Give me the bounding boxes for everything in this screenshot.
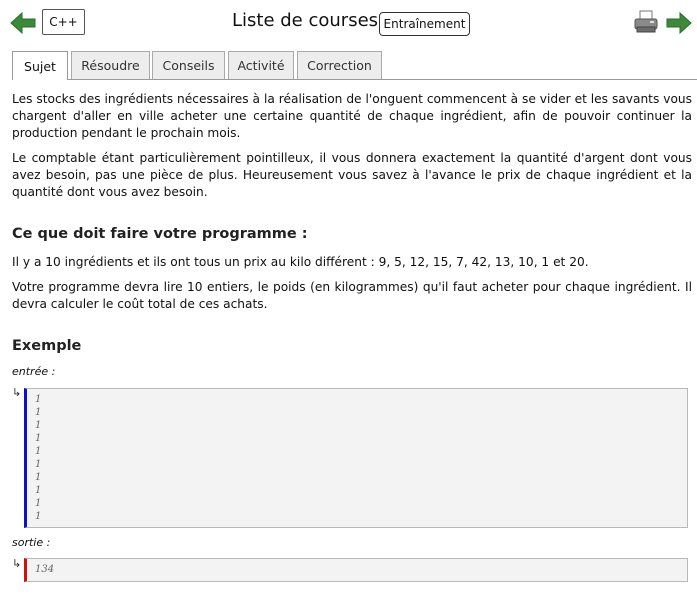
tab-resoudre[interactable]: Résoudre [71,51,150,79]
statement-paragraph-4: Votre programme devra lire 10 entiers, l… [12,280,692,311]
language-button[interactable]: C++ [42,9,85,35]
example-output-text: 134 [35,564,55,575]
example-input-box: 1 1 1 1 1 1 1 1 1 1 [24,388,688,528]
forward-arrow-icon[interactable] [666,12,692,34]
example-title: Exemple [12,338,82,354]
tab-conseils[interactable]: Conseils [152,51,225,79]
statement-paragraph-3: Il y a 10 ingrédients et ils ont tous un… [12,255,589,269]
statement-paragraph-1: Les stocks des ingrédients nécessaires à… [12,92,692,140]
input-return-icon: ↳ [12,386,22,399]
tab-bar: Sujet Résoudre Conseils Activité Correct… [12,51,697,80]
tab-activite[interactable]: Activité [228,51,294,79]
section-title: Ce que doit faire votre programme : [12,226,308,242]
example-output-box: 134 [24,558,688,582]
tab-correction[interactable]: Correction [297,51,382,79]
training-mode-button[interactable]: Entraînement [379,12,470,36]
tab-sujet[interactable]: Sujet [12,51,68,80]
output-label: sortie : [12,536,51,549]
example-input-text: 1 1 1 1 1 1 1 1 1 1 [35,394,42,522]
printer-icon[interactable] [634,10,658,38]
statement-paragraph-2: Le comptable étant particulièrement poin… [12,151,692,199]
page-title: Liste de courses [232,10,379,31]
back-arrow-icon[interactable] [10,12,36,34]
input-label: entrée : [12,365,56,378]
output-return-icon: ↳ [12,557,22,570]
